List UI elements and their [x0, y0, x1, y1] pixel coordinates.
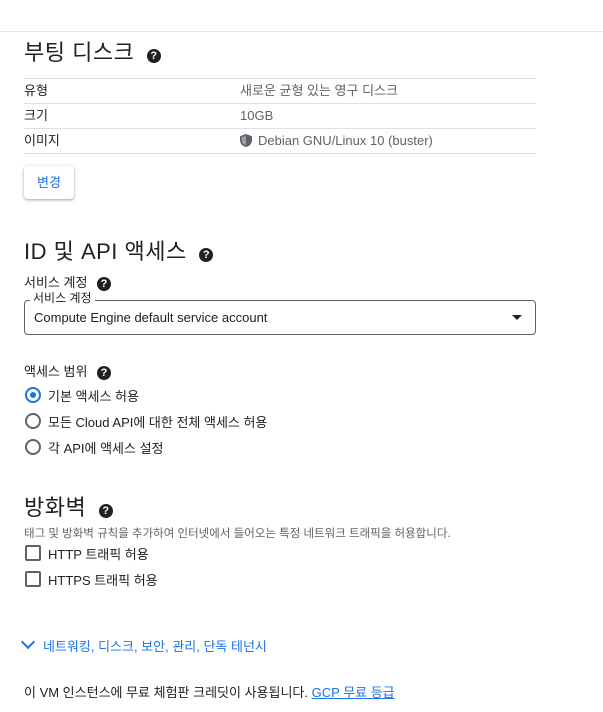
section-title-boot-disk: 부팅 디스크 — [24, 40, 135, 65]
dropdown-caret-icon — [512, 315, 522, 320]
radio-per-api-access[interactable] — [25, 439, 41, 455]
section-title-firewall: 방화벽 — [24, 495, 87, 520]
change-button[interactable]: 변경 — [24, 166, 74, 199]
row-value: 새로운 균형 있는 영구 디스크 — [240, 83, 398, 98]
help-icon[interactable]: ? — [146, 48, 161, 63]
service-account-value: Compute Engine default service account — [34, 310, 268, 325]
help-icon[interactable]: ? — [199, 247, 214, 262]
image-value: Debian GNU/Linux 10 (buster) — [258, 133, 433, 148]
row-value: 10GB — [240, 108, 274, 123]
table-row: 이미지 Debian GNU/Linux 10 (buster) — [24, 128, 536, 154]
firewall-description: 태그 및 방화벽 규칙을 추가하여 인터넷에서 들어오는 특정 네트워크 트래픽… — [24, 528, 451, 540]
identity-header: ID 및 API 액세스 ? — [24, 234, 214, 266]
boot-disk-table: 유형 새로운 균형 있는 영구 디스크 크기 10GB 이미지 Debian G… — [24, 78, 536, 154]
checkbox-label: HTTPS 트래픽 허용 — [48, 573, 158, 588]
checkbox-label: HTTP 트래픽 허용 — [48, 547, 149, 562]
row-value-image: Debian GNU/Linux 10 (buster) — [240, 129, 433, 153]
https-checkbox[interactable] — [25, 571, 41, 587]
access-scope-label: 액세스 범위 — [24, 364, 88, 379]
advanced-options-link[interactable]: 네트워킹, 디스크, 보안, 관리, 단독 테넌시 — [43, 636, 267, 655]
table-row: 유형 새로운 균형 있는 영구 디스크 — [24, 78, 536, 103]
radio-default-access[interactable] — [25, 387, 41, 403]
radio-full-access[interactable] — [25, 413, 41, 429]
access-scope-label-row: 액세스 범위 ? — [24, 361, 112, 380]
help-icon[interactable]: ? — [97, 365, 112, 380]
help-icon[interactable]: ? — [97, 276, 112, 291]
free-trial-text: 이 VM 인스턴스에 무료 체험판 크레딧이 사용됩니다. — [24, 685, 308, 700]
gcp-free-tier-link[interactable]: GCP 무료 등급 — [312, 685, 395, 700]
row-key: 이미지 — [24, 133, 60, 148]
service-account-label: 서비스 계정 — [24, 275, 88, 290]
help-icon[interactable]: ? — [98, 503, 113, 518]
row-key: 유형 — [24, 83, 48, 98]
shield-icon — [240, 134, 252, 147]
section-title-identity: ID 및 API 액세스 — [24, 239, 187, 264]
radio-label: 각 API에 액세스 설정 — [48, 441, 164, 456]
firewall-header: 방화벽 ? — [24, 490, 113, 522]
table-row: 크기 10GB — [24, 103, 536, 128]
service-account-label-row: 서비스 계정 ? — [24, 272, 112, 291]
boot-disk-header: 부팅 디스크 ? — [24, 35, 161, 67]
top-divider — [0, 31, 603, 32]
radio-label: 모든 Cloud API에 대한 전체 액세스 허용 — [48, 415, 268, 430]
free-trial-notice: 이 VM 인스턴스에 무료 체험판 크레딧이 사용됩니다. GCP 무료 등급 — [24, 682, 395, 701]
service-account-select[interactable]: Compute Engine default service account — [24, 300, 536, 335]
chevron-down-icon[interactable] — [20, 634, 36, 650]
service-account-field-legend: 서비스 계정 — [30, 291, 95, 305]
http-checkbox[interactable] — [25, 545, 41, 561]
row-key: 크기 — [24, 108, 48, 123]
radio-label: 기본 액세스 허용 — [48, 389, 139, 404]
